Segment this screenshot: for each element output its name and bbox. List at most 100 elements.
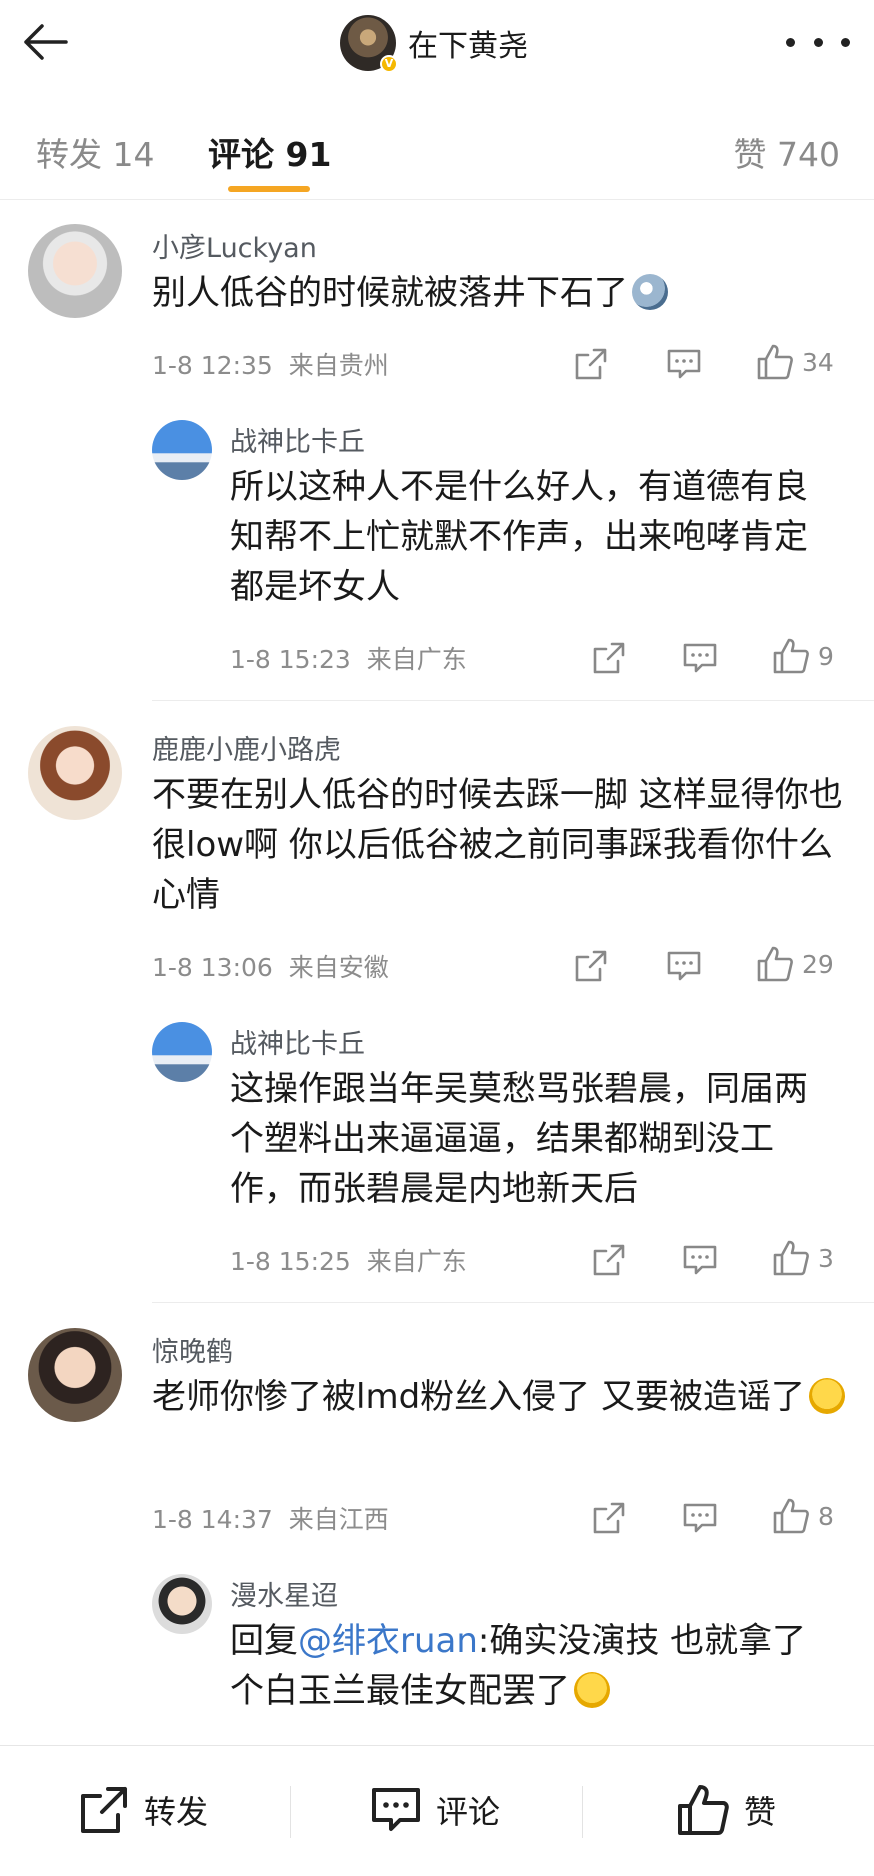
active-tab-indicator bbox=[228, 186, 310, 192]
reply-text: 这操作跟当年吴莫愁骂张碧晨，同届两个塑料出来逼逼逼，结果都糊到没工作，而张碧晨是… bbox=[230, 1069, 808, 1209]
heart-eyes-emoji bbox=[574, 1672, 610, 1708]
avatar[interactable] bbox=[28, 726, 122, 820]
verified-badge: V bbox=[380, 55, 398, 73]
mention-link[interactable]: @绯衣ruan bbox=[298, 1621, 478, 1661]
comment-time: 1-8 13:06 来自安徽 bbox=[152, 948, 389, 984]
repost-action[interactable] bbox=[592, 638, 626, 678]
comment-location: 来自江西 bbox=[288, 1505, 389, 1534]
comment-text-body: 别人低谷的时候就被落井下石了 bbox=[152, 273, 628, 313]
comment-icon bbox=[667, 951, 701, 981]
like-count: 3 bbox=[818, 1243, 834, 1273]
reply-location: 来自广东 bbox=[366, 645, 467, 674]
reply-time-value: 1-8 15:25 bbox=[230, 1247, 351, 1276]
comment-time: 1-8 12:35 来自贵州 bbox=[152, 346, 389, 382]
avatar[interactable] bbox=[152, 1022, 212, 1082]
like-count: 8 bbox=[818, 1501, 834, 1531]
share-icon bbox=[575, 348, 607, 380]
like-action[interactable]: 29 bbox=[756, 944, 834, 984]
crazy-face-emoji bbox=[632, 274, 668, 310]
more-dot bbox=[841, 37, 850, 47]
back-button[interactable] bbox=[22, 18, 80, 66]
reply-location: 来自广东 bbox=[366, 1247, 467, 1276]
repost-button[interactable]: 转发 bbox=[78, 1780, 208, 1840]
separator bbox=[582, 1786, 583, 1838]
like-action[interactable]: 34 bbox=[756, 342, 834, 382]
repost-action[interactable] bbox=[574, 344, 608, 384]
share-icon bbox=[593, 1502, 625, 1534]
bottom-action-bar: 转发 评论 赞 bbox=[0, 1745, 874, 1876]
comment-button[interactable]: 评论 bbox=[370, 1780, 500, 1840]
reply-username[interactable]: 漫水星迢 bbox=[230, 1574, 338, 1613]
more-dots-icon bbox=[786, 37, 795, 47]
comment-action[interactable] bbox=[682, 1240, 718, 1280]
avatar[interactable] bbox=[28, 224, 122, 318]
like-action[interactable]: 8 bbox=[772, 1496, 834, 1536]
share-icon bbox=[81, 1787, 127, 1833]
tab-comments[interactable]: 评论 91 bbox=[208, 128, 331, 176]
repost-action[interactable] bbox=[592, 1498, 626, 1538]
avatar[interactable] bbox=[28, 1328, 122, 1422]
like-label: 赞 bbox=[744, 1793, 777, 1831]
more-button[interactable] bbox=[786, 24, 850, 60]
comment-text: 老师你惨了被lmd粉丝入侵了 又要被造谣了 bbox=[152, 1372, 852, 1422]
like-count: 34 bbox=[802, 347, 834, 377]
comment-action[interactable] bbox=[666, 344, 702, 384]
separator bbox=[290, 1786, 291, 1838]
back-arrow-icon bbox=[24, 24, 68, 60]
thumbs-up-icon bbox=[773, 1240, 809, 1276]
comment-location: 来自安徽 bbox=[288, 953, 389, 982]
repost-action[interactable] bbox=[574, 946, 608, 986]
more-dot bbox=[813, 37, 823, 47]
avatar[interactable] bbox=[152, 1574, 212, 1634]
post-author[interactable]: V 在下黄尧 bbox=[340, 14, 528, 73]
thumbs-up-icon bbox=[757, 946, 793, 982]
comment-username[interactable]: 惊晚鹤 bbox=[152, 1330, 233, 1369]
like-count: 9 bbox=[818, 641, 834, 671]
like-button[interactable]: 赞 bbox=[676, 1780, 776, 1840]
author-avatar[interactable]: V bbox=[340, 15, 398, 73]
thumbs-up-icon bbox=[773, 638, 809, 674]
like-count: 29 bbox=[802, 949, 834, 979]
tab-repost[interactable]: 转发 14 bbox=[36, 128, 154, 176]
reply-username[interactable]: 战神比卡丘 bbox=[230, 420, 365, 459]
tab-bar: 转发 14 评论 91 赞 740 bbox=[0, 90, 874, 200]
comment-username[interactable]: 小彦Luckyan bbox=[152, 226, 317, 265]
repost-action[interactable] bbox=[592, 1240, 626, 1280]
reply-text: 所以这种人不是什么好人，有道德有良知帮不上忙就默不作声，出来咆哮肯定都是坏女人 bbox=[230, 467, 808, 607]
share-icon bbox=[575, 950, 607, 982]
comment-text: 不要在别人低谷的时候去踩一脚 这样显得你也很low啊 你以后低谷被之前同事踩我看… bbox=[152, 775, 843, 915]
comment-icon bbox=[683, 643, 717, 673]
reply-text: 回复@绯衣ruan:确实没演技 也就拿了个白玉兰最佳女配罢了 bbox=[230, 1616, 840, 1716]
comment-time-value: 1-8 14:37 bbox=[152, 1505, 273, 1534]
comment-divider bbox=[152, 1302, 874, 1303]
reply-time: 1-8 15:23 来自广东 bbox=[230, 640, 467, 676]
reply-time: 1-8 15:25 来自广东 bbox=[230, 1242, 467, 1278]
share-icon bbox=[593, 1244, 625, 1276]
comment-username[interactable]: 鹿鹿小鹿小路虎 bbox=[152, 728, 341, 767]
comment-action[interactable] bbox=[682, 638, 718, 678]
comment-icon bbox=[667, 349, 701, 379]
avatar[interactable] bbox=[152, 420, 212, 480]
thumbs-up-icon bbox=[757, 344, 793, 380]
like-action[interactable]: 3 bbox=[772, 1238, 834, 1278]
comment-location: 来自贵州 bbox=[288, 351, 389, 380]
like-action[interactable]: 9 bbox=[772, 636, 834, 676]
reply-username[interactable]: 战神比卡丘 bbox=[230, 1022, 365, 1061]
share-icon bbox=[593, 642, 625, 674]
comment-icon bbox=[683, 1245, 717, 1275]
comment-icon bbox=[683, 1503, 717, 1533]
comment-label: 评论 bbox=[436, 1793, 501, 1831]
comment-action[interactable] bbox=[682, 1498, 718, 1538]
comment-time-value: 1-8 13:06 bbox=[152, 953, 273, 982]
tab-likes[interactable]: 赞 740 bbox=[734, 128, 840, 176]
thumbs-up-icon bbox=[678, 1785, 729, 1835]
comment-text-body: 老师你惨了被lmd粉丝入侵了 又要被造谣了 bbox=[152, 1377, 805, 1417]
smirk-face-emoji bbox=[808, 1378, 845, 1414]
comment-icon bbox=[372, 1788, 420, 1831]
comment-divider bbox=[152, 700, 874, 701]
page-title: 在下黄尧 bbox=[408, 29, 528, 64]
reply-time-value: 1-8 15:23 bbox=[230, 645, 351, 674]
reply-prefix: 回复 bbox=[230, 1621, 298, 1661]
comment-time: 1-8 14:37 来自江西 bbox=[152, 1500, 389, 1536]
comment-action[interactable] bbox=[666, 946, 702, 986]
